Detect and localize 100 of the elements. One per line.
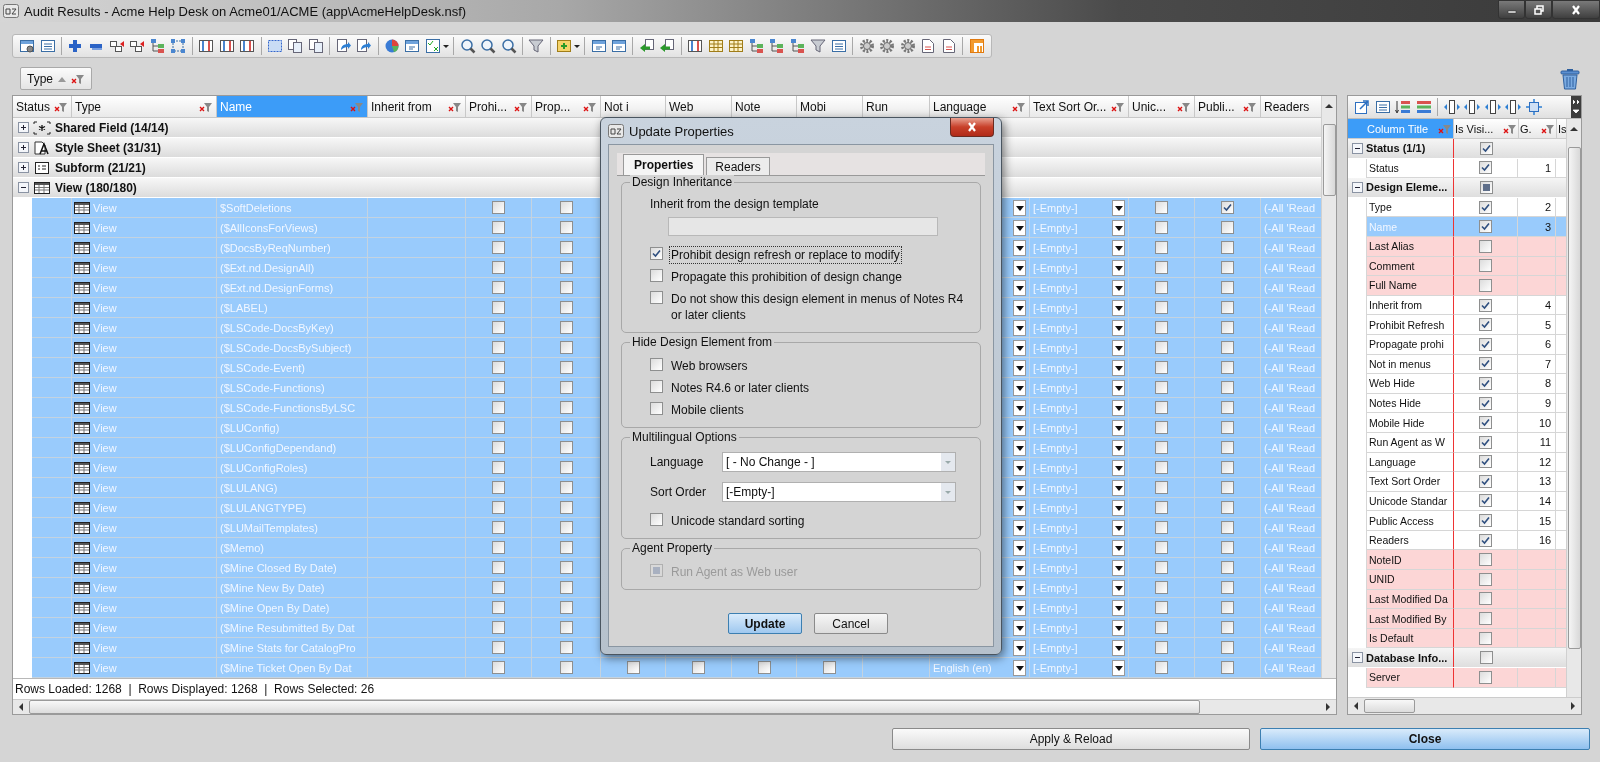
table-cell-text: (-All 'Read xyxy=(1264,401,1316,414)
table-cell-text: (-All 'Read xyxy=(1264,501,1316,514)
group-label: Style Sheet (31/31) xyxy=(55,140,162,155)
table-cell-text: View xyxy=(93,521,118,534)
table-cell-text: ($LSCode-DocsBySubject) xyxy=(220,341,353,354)
group-box-title: Multilingual Options xyxy=(630,430,739,444)
table-cell: Prohibit Refresh xyxy=(1366,315,1454,335)
column-title: Prohi... xyxy=(469,99,508,114)
table-cell-text: English (en) xyxy=(933,661,993,674)
table-cell-text: View xyxy=(93,401,118,414)
table-cell-text: [-Empty-] xyxy=(1033,321,1079,334)
table-cell: 1 xyxy=(1545,161,1552,174)
column-title: Not i xyxy=(604,99,630,114)
status-text: Rows Loaded: 1268 | Rows Displayed: 1268 | Rows Selected: 26 xyxy=(15,681,375,696)
table-cell-text: [-Empty-] xyxy=(1033,621,1079,634)
table-cell-text: (-All 'Read xyxy=(1264,321,1316,334)
table-cell-text: ($LSCode-Event) xyxy=(220,361,306,374)
table-cell-text: [-Empty-] xyxy=(1033,581,1079,594)
column-title: Readers xyxy=(1264,99,1311,114)
table-cell: 10 xyxy=(1538,416,1552,429)
table-cell: 15 xyxy=(1538,514,1552,527)
table-cell-text: (-All 'Read xyxy=(1264,261,1316,274)
group-box-title: Agent Property xyxy=(630,541,715,555)
group-box-title: Design Inheritance xyxy=(630,175,735,189)
table-cell: 6 xyxy=(1545,338,1552,351)
column-title: G. xyxy=(1520,122,1533,135)
table-cell: 5 xyxy=(1545,318,1552,331)
table-cell-text: View xyxy=(93,561,118,574)
table-cell-text: (-All 'Read xyxy=(1264,521,1316,534)
table-cell-text: (-All 'Read xyxy=(1264,281,1316,294)
table-cell-text: (-All 'Read xyxy=(1264,561,1316,574)
table-cell-text: View xyxy=(93,661,118,674)
table-cell-text: ($LSCode-FunctionsByLSC xyxy=(220,401,357,414)
table-cell-text: [-Empty-] xyxy=(1033,541,1079,554)
table-cell-text: (-All 'Read xyxy=(1264,221,1316,234)
table-cell-text: (-All 'Read xyxy=(1264,581,1316,594)
column-title: Language xyxy=(933,99,988,114)
table-cell-text: (-All 'Read xyxy=(1264,481,1316,494)
column-title: Type xyxy=(75,99,102,114)
column-title: Note xyxy=(735,99,762,114)
table-cell-text: (-All 'Read xyxy=(1264,381,1316,394)
table-cell-text: (-All 'Read xyxy=(1264,441,1316,454)
table-cell-text: View xyxy=(93,541,118,554)
table-cell-text: [-Empty-] xyxy=(1033,301,1079,314)
table-cell: Web Hide xyxy=(1366,374,1454,394)
table-cell-text: View xyxy=(93,621,118,634)
group-label: Design Eleme... xyxy=(1366,178,1454,197)
column-title: Mobi xyxy=(800,99,827,114)
table-cell-text: [-Empty-] xyxy=(1033,561,1079,574)
table-cell: Full Name xyxy=(1366,276,1454,296)
table-cell-text: (-All 'Read xyxy=(1264,341,1316,354)
field-label: Sort Order xyxy=(650,485,707,499)
table-cell-text: ($LSCode-Functions) xyxy=(220,381,326,394)
table-cell-text: (-All 'Read xyxy=(1264,641,1316,654)
table-cell-text: [-Empty-] xyxy=(1033,501,1079,514)
column-title: Inherit from xyxy=(371,99,433,114)
group-label: Shared Field (14/14) xyxy=(55,120,169,135)
table-cell-text: ($Mine Stats for CatalogPro xyxy=(220,641,357,654)
table-cell-text: [-Empty-] xyxy=(1033,221,1079,234)
table-cell-text: (-All 'Read xyxy=(1264,621,1316,634)
table-cell-text: [-Empty-] xyxy=(1033,361,1079,374)
table-cell: 9 xyxy=(1545,397,1552,409)
table-cell: Server xyxy=(1366,668,1454,688)
table-cell: 11 xyxy=(1539,436,1552,449)
group-label: Status (1/1) xyxy=(1366,139,1454,158)
table-cell-text: View xyxy=(93,301,118,314)
column-title: Web xyxy=(669,99,695,114)
table-cell-text: [-Empty-] xyxy=(1033,481,1079,494)
table-cell-text: View xyxy=(93,481,118,494)
group-label: Database Info... xyxy=(1366,648,1454,668)
table-cell-text: ($LSCode-DocsByKey) xyxy=(220,321,335,334)
table-cell-text: [-Empty-] xyxy=(1033,421,1079,434)
table-cell-text: ($Mine Closed By Date) xyxy=(220,561,338,574)
table-cell-text: View xyxy=(93,241,118,254)
table-cell-text: ($Ext.nd.DesignAll) xyxy=(220,261,316,274)
table-cell-text: ($LUConfigRoles) xyxy=(220,461,309,474)
table-cell-text: ($LUConfigDependand) xyxy=(220,441,338,454)
field-label: Inherit from the design template xyxy=(650,197,819,211)
group-box-title: Hide Design Element from xyxy=(630,335,775,349)
dialog-title: Update Properties xyxy=(629,123,734,139)
table-cell: 12 xyxy=(1538,455,1552,468)
table-cell-text: ($DocsByReqNumber) xyxy=(220,241,332,254)
table-cell: UNID xyxy=(1366,570,1454,590)
table-cell-text: (-All 'Read xyxy=(1264,461,1316,474)
table-cell: Last Modified By xyxy=(1366,609,1454,629)
column-title: Text Sort Or... xyxy=(1033,99,1108,114)
table-cell-text: ($LUMailTemplates) xyxy=(220,521,319,534)
table-cell: Mobile Hide xyxy=(1366,413,1454,433)
table-cell-text: ($LULANGTYPE) xyxy=(220,501,308,514)
table-cell-text: [-Empty-] xyxy=(1033,601,1079,614)
table-cell-text: ($LUConfig) xyxy=(220,421,281,434)
table-cell-text: [-Empty-] xyxy=(1033,341,1079,354)
table-cell-text: View xyxy=(93,201,118,214)
table-cell: Run Agent as W xyxy=(1366,432,1454,453)
table-cell-text: View xyxy=(93,501,118,514)
column-title: Is Visi... xyxy=(1455,122,1495,135)
table-cell-text: View xyxy=(93,341,118,354)
table-cell-text: ($Mine Ticket Open By Dat xyxy=(220,661,353,674)
table-cell-text: ($Mine New By Date) xyxy=(220,581,326,594)
table-cell-text: [-Empty-] xyxy=(1033,281,1079,294)
